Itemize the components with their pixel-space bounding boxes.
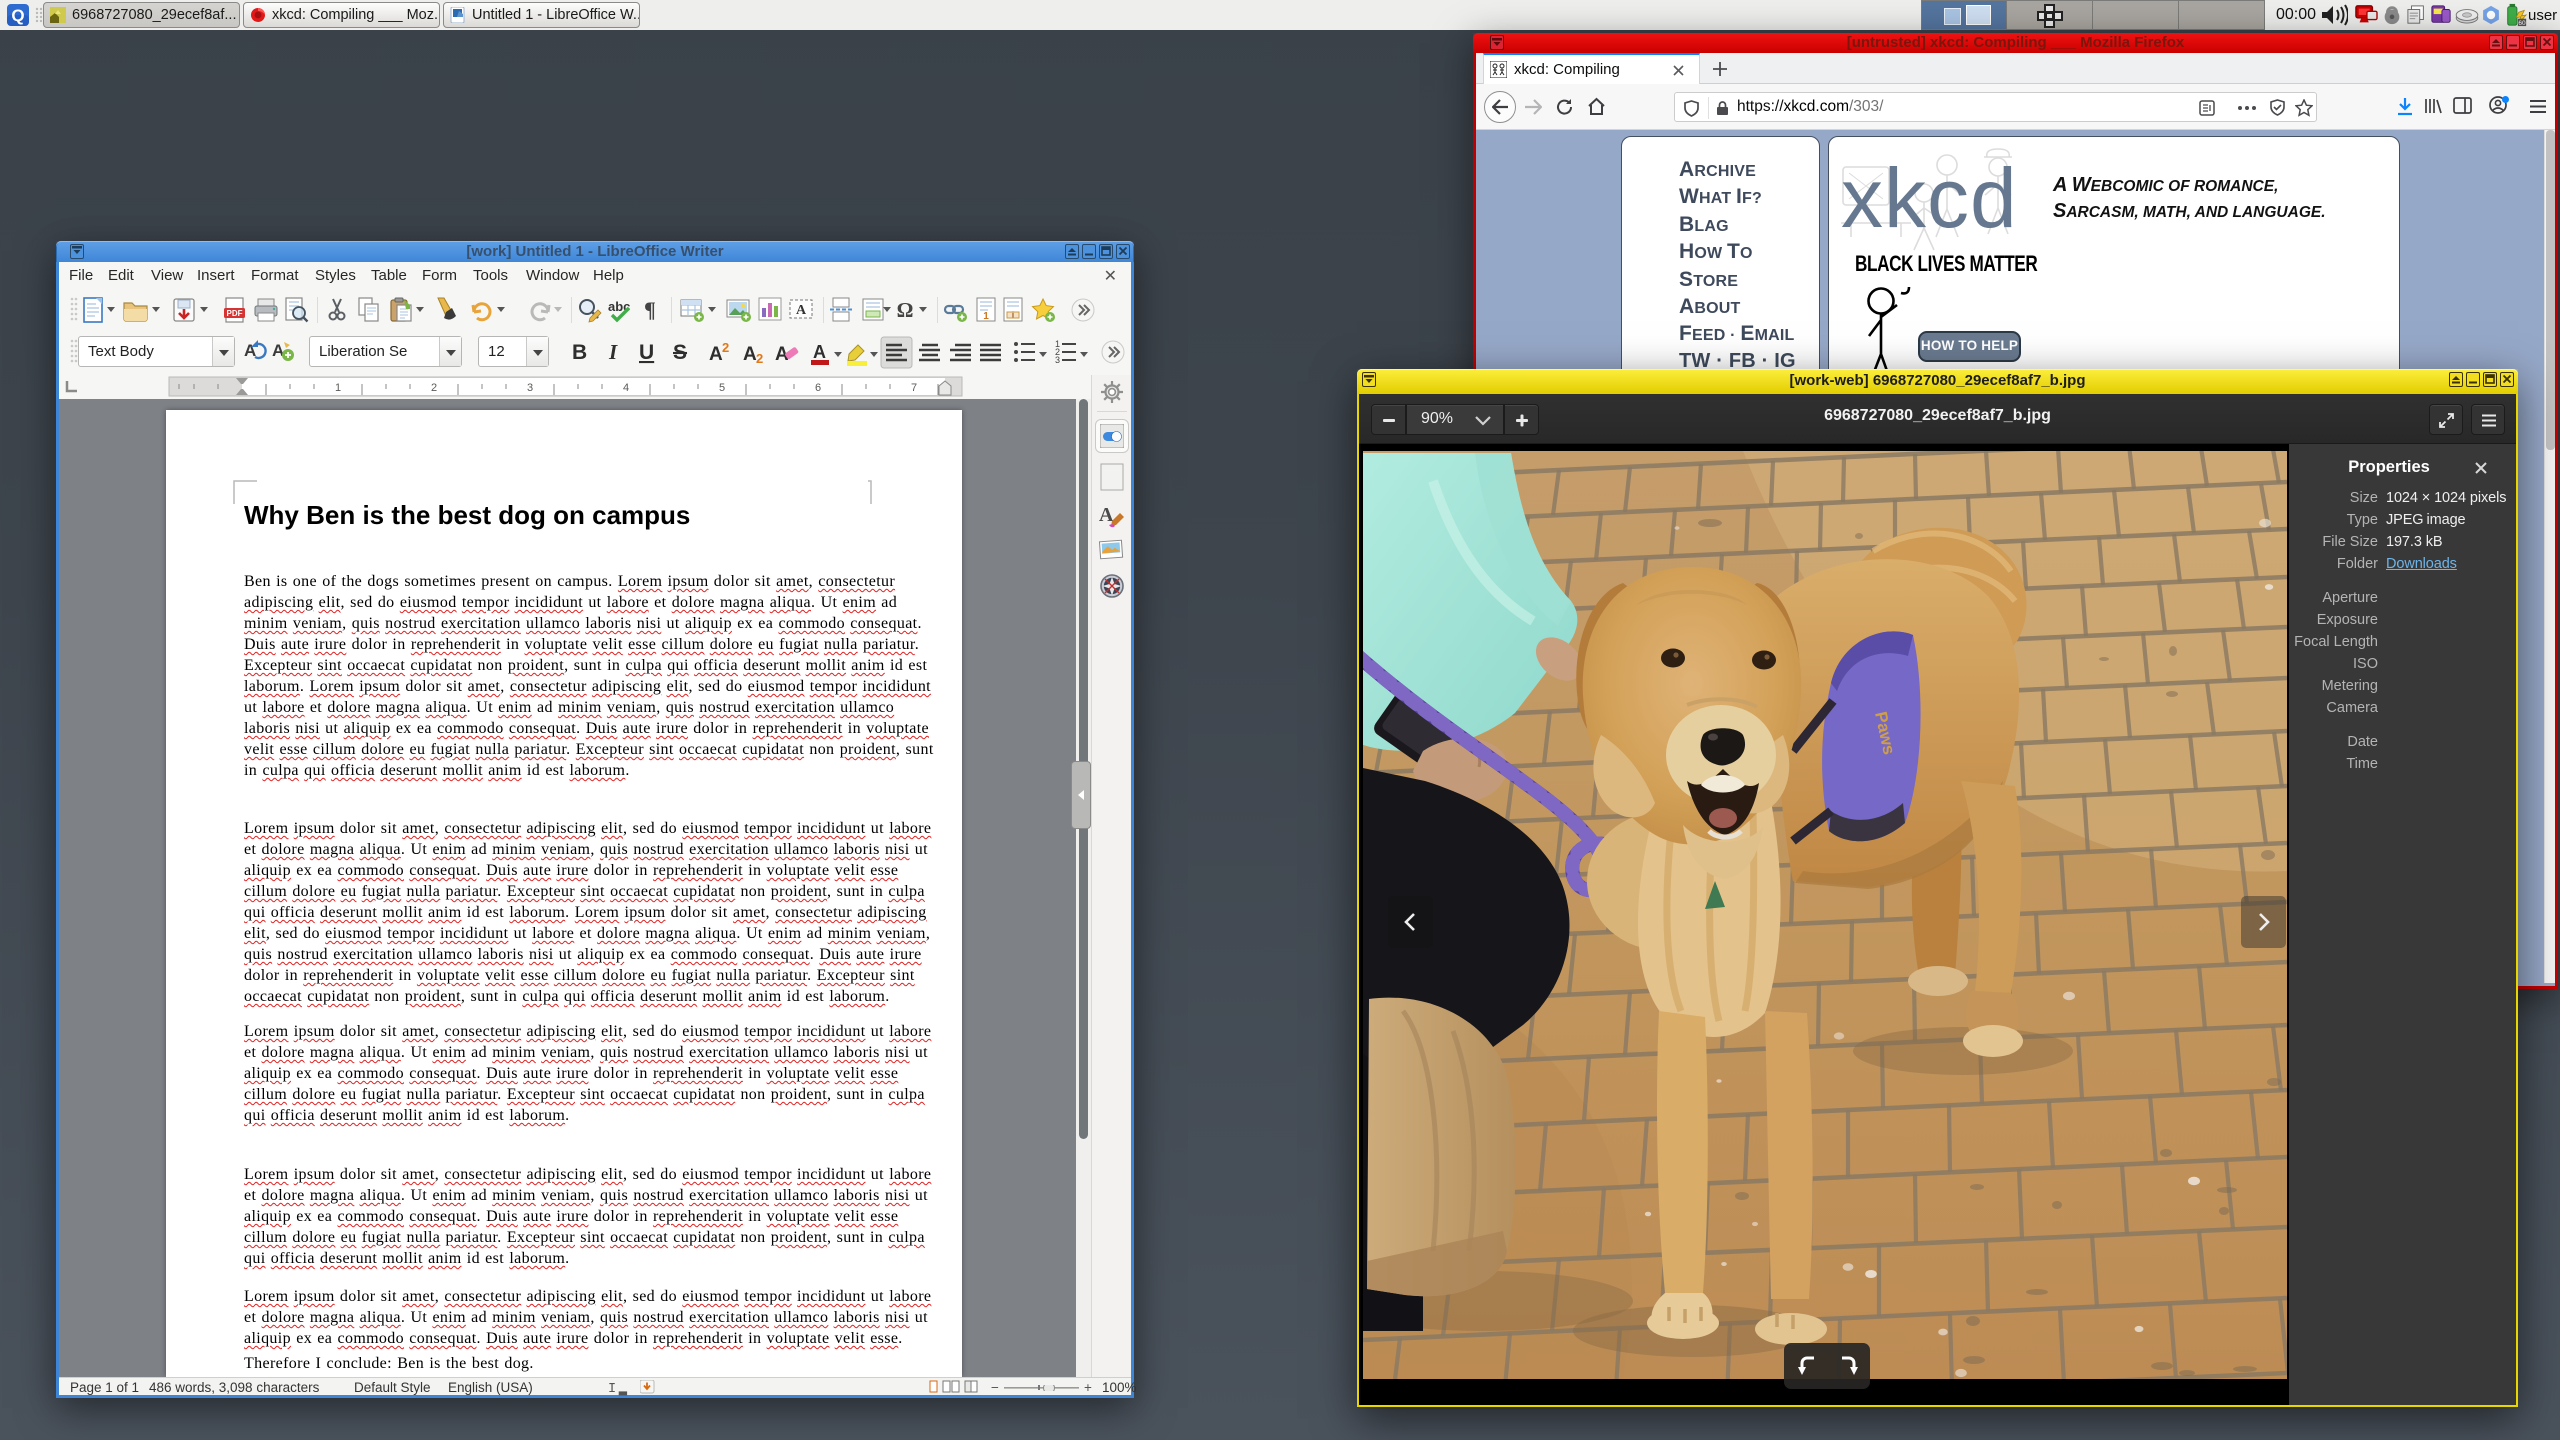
- svg-text:3: 3: [1055, 355, 1060, 365]
- svg-text:1: 1: [983, 311, 989, 322]
- svg-text:A: A: [709, 344, 723, 365]
- svg-text:I: I: [608, 340, 618, 364]
- svg-text:i: i: [1012, 311, 1014, 320]
- svg-text:3: 3: [527, 382, 533, 394]
- svg-text:U: U: [639, 341, 654, 364]
- svg-text:A: A: [743, 344, 757, 365]
- svg-text:5: 5: [719, 382, 725, 394]
- svg-text:2: 2: [431, 382, 437, 394]
- svg-text:A: A: [796, 303, 807, 318]
- svg-text:¶: ¶: [644, 297, 656, 322]
- svg-text:2: 2: [756, 351, 763, 366]
- svg-text:4: 4: [623, 382, 629, 394]
- svg-text:PDF: PDF: [227, 309, 243, 318]
- svg-text:A: A: [813, 342, 826, 362]
- svg-text:1: 1: [335, 382, 341, 394]
- svg-text:60: 60: [2518, 20, 2526, 27]
- svg-text:Q: Q: [11, 6, 24, 25]
- svg-text:7: 7: [911, 382, 917, 394]
- svg-text:S: S: [673, 341, 687, 364]
- svg-text:B: B: [572, 341, 587, 364]
- svg-text:Ω: Ω: [897, 298, 914, 322]
- svg-text:xkcd: xkcd: [1841, 151, 2018, 245]
- svg-text:6: 6: [815, 382, 821, 394]
- svg-text:2: 2: [722, 340, 729, 355]
